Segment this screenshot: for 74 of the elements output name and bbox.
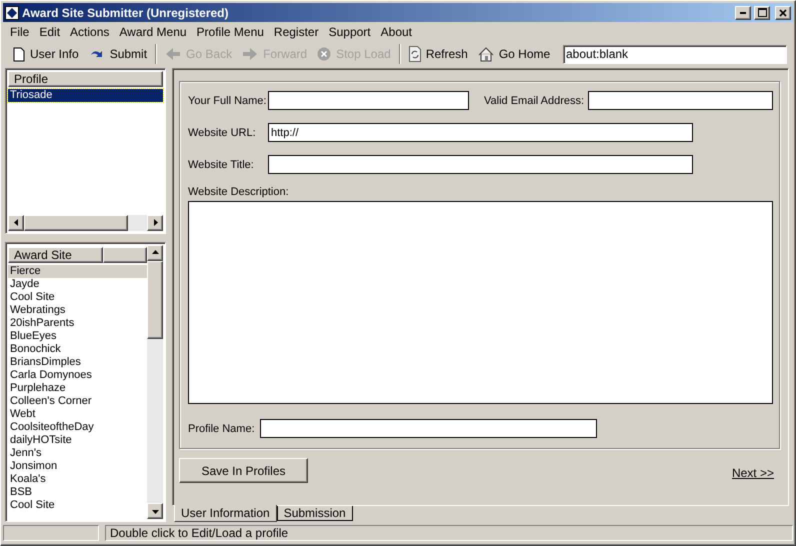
field-label: Valid Email Address: xyxy=(484,94,586,106)
column-header[interactable]: Award Site xyxy=(8,246,103,263)
list-item[interactable]: Carla Domynoes xyxy=(8,368,147,382)
field-label: Website Description: xyxy=(188,186,289,198)
next-link[interactable]: Next >> xyxy=(732,466,774,480)
list-item[interactable]: Fierce xyxy=(8,264,147,278)
address-field[interactable]: about:blank xyxy=(563,44,787,64)
list-item[interactable]: Jonsimon xyxy=(8,460,147,473)
list-item[interactable]: Triosade xyxy=(8,89,163,102)
close-button[interactable] xyxy=(775,6,791,20)
list-item[interactable]: Jenn's xyxy=(8,446,147,460)
list-item[interactable]: Cool Site xyxy=(8,498,147,512)
list-item[interactable]: dailyHOTsite xyxy=(8,434,147,447)
list-item[interactable]: Bonochick xyxy=(8,342,147,356)
minimize-button[interactable] xyxy=(735,6,751,20)
text-field[interactable]: http:// xyxy=(268,123,693,142)
stop-icon xyxy=(317,47,332,61)
field-label: Your Full Name: xyxy=(188,94,268,106)
maximize-icon xyxy=(758,8,766,17)
right-arrow-icon xyxy=(242,47,258,61)
list-item[interactable]: BriansDimples xyxy=(8,356,147,369)
toolbar-button[interactable]: Refresh xyxy=(404,43,472,65)
save-button[interactable]: Save In Profiles xyxy=(179,458,308,483)
field-label: Website URL: xyxy=(188,126,257,138)
refresh-icon xyxy=(408,46,421,62)
list-item[interactable]: Koala's xyxy=(8,472,147,486)
house-icon xyxy=(478,46,494,62)
right-arrow-icon xyxy=(152,219,158,226)
tab[interactable]: User Information xyxy=(174,505,277,522)
list-item[interactable]: Colleen's Corner xyxy=(8,394,147,408)
list-item[interactable]: Cool Site xyxy=(8,290,147,304)
menu-item[interactable]: About xyxy=(376,25,417,39)
list-item[interactable]: BlueEyes xyxy=(8,330,147,343)
text-field[interactable] xyxy=(588,91,773,110)
vertical-scrollbar[interactable] xyxy=(147,244,163,519)
up-arrow-icon xyxy=(152,249,158,256)
list-item[interactable]: CoolsiteoftheDay xyxy=(8,420,147,434)
down-arrow-icon xyxy=(152,508,158,514)
minimize-icon xyxy=(740,12,746,14)
text-field[interactable] xyxy=(268,91,469,110)
list-item[interactable]: Webratings xyxy=(8,304,147,317)
window-title: Award Site Submitter (Unregistered) xyxy=(22,6,230,20)
app-icon xyxy=(5,6,19,20)
menu-item[interactable]: File xyxy=(5,25,34,39)
menu-item[interactable]: Award Menu xyxy=(114,25,192,39)
close-icon xyxy=(779,8,787,16)
text-field[interactable] xyxy=(268,155,693,174)
page-icon xyxy=(13,46,25,62)
text-field[interactable] xyxy=(260,419,597,438)
column-header[interactable] xyxy=(103,246,147,263)
list-item[interactable]: 20ishParents xyxy=(8,316,147,330)
field-label: Website Title: xyxy=(188,158,255,170)
toolbar-button[interactable]: Submit xyxy=(84,43,152,65)
field-label: Profile Name: xyxy=(188,422,256,434)
list-item[interactable]: Jayde xyxy=(8,278,147,291)
status-message: Double click to Edit/Load a profile xyxy=(105,525,793,541)
left-arrow-icon xyxy=(165,47,182,61)
menu-item[interactable]: Edit xyxy=(34,25,66,39)
list-item[interactable]: Purplehaze xyxy=(8,382,147,395)
tab[interactable]: Submission xyxy=(276,506,353,521)
toolbar-button[interactable]: User Info xyxy=(9,43,83,65)
menu-item[interactable]: Support xyxy=(324,25,376,39)
menu-item[interactable]: Actions xyxy=(65,25,114,39)
description-field[interactable] xyxy=(188,201,773,404)
menu-item[interactable]: Register xyxy=(268,25,324,39)
maximize-button[interactable] xyxy=(754,6,770,20)
left-arrow-icon xyxy=(12,219,20,226)
toolbar-button[interactable]: Go Home xyxy=(474,43,554,65)
list-item[interactable]: BSB xyxy=(8,486,147,499)
list-item[interactable]: Webt xyxy=(8,408,147,421)
menu-item[interactable]: Profile Menu xyxy=(192,25,269,39)
redo-arrow-icon xyxy=(88,49,105,59)
column-header[interactable]: Profile xyxy=(8,71,163,87)
horizontal-scrollbar[interactable] xyxy=(8,214,163,231)
